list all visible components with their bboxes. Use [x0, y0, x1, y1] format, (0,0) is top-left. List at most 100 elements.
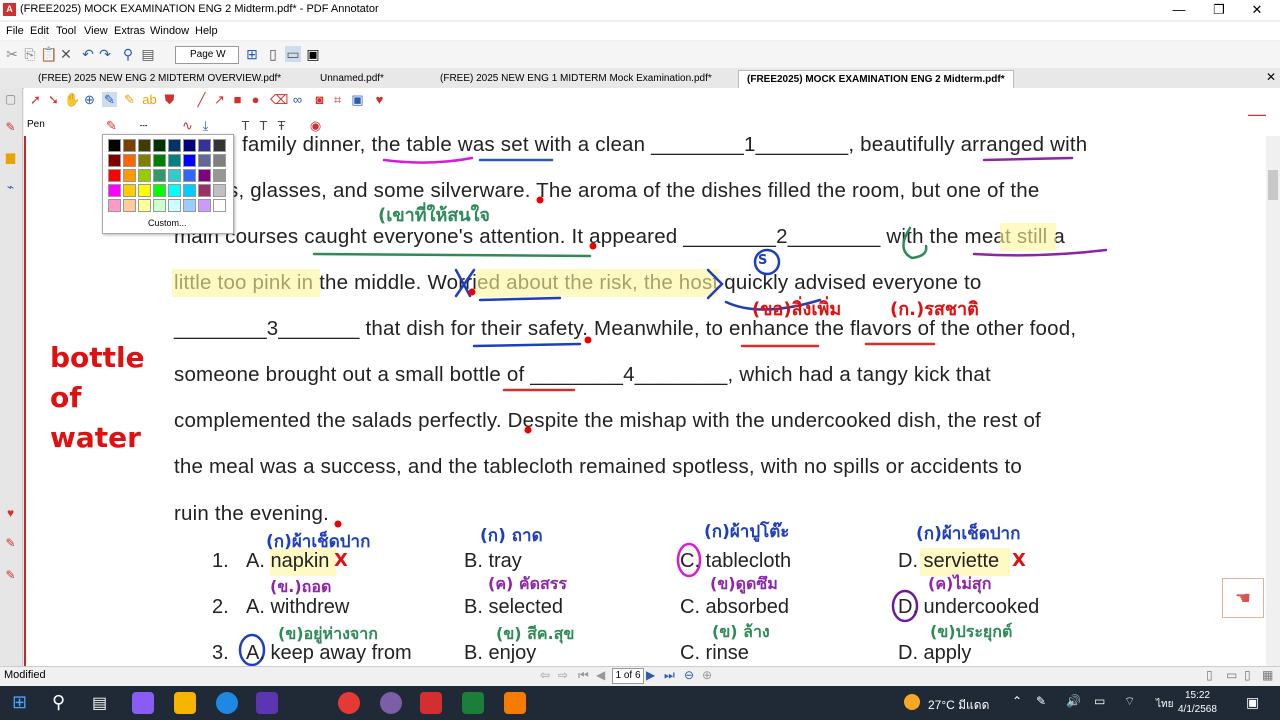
color-swatch[interactable]	[198, 154, 211, 167]
option-2d: D. undercooked	[898, 596, 1040, 618]
color-swatch[interactable]	[183, 154, 196, 167]
copilot-icon[interactable]	[132, 692, 154, 714]
color-swatch[interactable]	[213, 154, 226, 167]
color-swatch[interactable]	[153, 199, 166, 212]
search-icon[interactable]: ⚲	[52, 692, 65, 713]
page-indicator[interactable]: 1 of 6	[612, 668, 644, 684]
color-swatch[interactable]	[168, 169, 181, 182]
question-number: 2.	[212, 596, 229, 618]
scrollbar-thumb[interactable]	[1268, 170, 1278, 200]
color-swatch[interactable]	[168, 154, 181, 167]
color-swatch[interactable]	[198, 184, 211, 197]
color-swatch[interactable]	[108, 169, 121, 182]
color-swatch[interactable]	[213, 199, 226, 212]
color-swatch[interactable]	[138, 154, 151, 167]
side-note: bottle of water	[50, 341, 145, 454]
pdf-annotator-icon[interactable]	[420, 692, 442, 714]
excel-icon[interactable]	[462, 692, 484, 714]
handwritten-note: (ข)อยู่ห่างจาก	[278, 624, 378, 643]
handwritten-note: (ก.)รสชาติ	[890, 299, 979, 320]
chrome-icon[interactable]	[338, 692, 360, 714]
color-swatch[interactable]	[123, 139, 136, 152]
view-double-icon[interactable]: ▯	[1244, 668, 1251, 682]
color-swatch[interactable]	[213, 139, 226, 152]
edge-icon[interactable]	[216, 692, 238, 714]
color-swatch[interactable]	[153, 184, 166, 197]
color-swatch[interactable]	[168, 139, 181, 152]
clock[interactable]: 15:22 4/1/2568	[1178, 689, 1217, 717]
history-forward-icon[interactable]: ⊕	[702, 668, 712, 682]
forward-icon[interactable]: ⇨	[558, 668, 568, 682]
language-indicator[interactable]: ไทย	[1156, 697, 1173, 712]
option-2b: B. selected	[464, 596, 563, 618]
color-swatch[interactable]	[183, 184, 196, 197]
battery-icon[interactable]: ▭	[1094, 694, 1105, 708]
handwritten-note: (ก)ผ้าเช็ดปาก	[916, 524, 1021, 544]
question-number: 3.	[212, 642, 229, 664]
color-swatch[interactable]	[108, 199, 121, 212]
color-swatch[interactable]	[123, 154, 136, 167]
app-icon-orange[interactable]	[504, 692, 526, 714]
handwritten-note: (ค) คัดสรร	[488, 574, 567, 593]
color-swatch[interactable]	[123, 169, 136, 182]
color-swatch[interactable]	[168, 199, 181, 212]
color-swatch[interactable]	[108, 184, 121, 197]
next-page-icon[interactable]: ▶	[646, 668, 655, 682]
color-swatch[interactable]	[138, 169, 151, 182]
color-swatch[interactable]	[213, 169, 226, 182]
color-swatch[interactable]	[198, 139, 211, 152]
color-swatch[interactable]	[108, 139, 121, 152]
vertical-scrollbar[interactable]	[1266, 136, 1280, 666]
last-page-icon[interactable]: ⏭	[664, 668, 675, 683]
view-continuous-icon[interactable]: ▭	[1226, 668, 1237, 682]
option-2c: C. absorbed	[680, 596, 789, 618]
handwritten-note: (เขาที่ให้สนใจ	[378, 205, 490, 226]
custom-color-button[interactable]: Custom...	[148, 218, 187, 228]
question-number: 1.	[212, 550, 229, 572]
app-icon-purple[interactable]	[256, 692, 278, 714]
option-1c: C. tablecloth	[680, 550, 792, 572]
wifi-icon[interactable]: ⌔	[1124, 694, 1135, 709]
color-swatch[interactable]	[168, 184, 181, 197]
weather-text[interactable]: 27°C มีแดด	[928, 696, 989, 715]
color-swatch[interactable]	[198, 199, 211, 212]
color-swatch[interactable]	[138, 184, 151, 197]
color-swatch[interactable]	[153, 139, 166, 152]
color-swatch[interactable]	[138, 139, 151, 152]
pen-menu-icon[interactable]: ✎	[1036, 694, 1046, 708]
handwritten-s: S	[758, 253, 768, 268]
volume-icon[interactable]: 🔊	[1066, 694, 1081, 708]
first-page-icon[interactable]: ⏮	[578, 668, 589, 683]
option-1b: B. tray	[464, 550, 522, 572]
color-swatch[interactable]	[123, 199, 136, 212]
color-swatch[interactable]	[183, 169, 196, 182]
color-swatch[interactable]	[198, 169, 211, 182]
windows-start-icon[interactable]: ⊞	[12, 692, 27, 713]
color-swatch[interactable]	[138, 199, 151, 212]
color-swatch[interactable]	[153, 169, 166, 182]
prev-page-icon[interactable]: ◀	[596, 668, 605, 682]
view-single-icon[interactable]: ▯	[1206, 668, 1213, 682]
handwritten-note: (ค)ไม่สุก	[928, 574, 992, 593]
notification-icon[interactable]: ▣	[1246, 694, 1259, 711]
handwritten-note: (ขอ)สิ่งเพิ่ม	[752, 299, 842, 320]
handwritten-note: (ก)ผ้าปูโต๊ะ	[704, 522, 790, 542]
color-swatch[interactable]	[153, 154, 166, 167]
color-swatch[interactable]	[123, 184, 136, 197]
back-icon[interactable]: ⇦	[540, 668, 550, 682]
clock-date: 4/1/2568	[1178, 704, 1217, 715]
color-swatch[interactable]	[108, 154, 121, 167]
app-icon-circle[interactable]	[380, 692, 402, 714]
color-swatch[interactable]	[183, 139, 196, 152]
view-grid-icon[interactable]: ▦	[1262, 668, 1273, 682]
color-swatch[interactable]	[213, 184, 226, 197]
chevron-up-icon[interactable]: ⌃	[1012, 694, 1022, 708]
task-view-icon[interactable]: ▤	[92, 693, 107, 713]
option-3c: C. rinse	[680, 642, 749, 664]
handwritten-note: (ข)ดูดซึม	[710, 574, 778, 593]
file-explorer-icon[interactable]	[174, 692, 196, 714]
history-back-icon[interactable]: ⊖	[684, 668, 694, 682]
color-swatch[interactable]	[183, 199, 196, 212]
floating-hand-button[interactable]: ☚	[1222, 578, 1264, 618]
weather-icon[interactable]	[904, 694, 920, 710]
